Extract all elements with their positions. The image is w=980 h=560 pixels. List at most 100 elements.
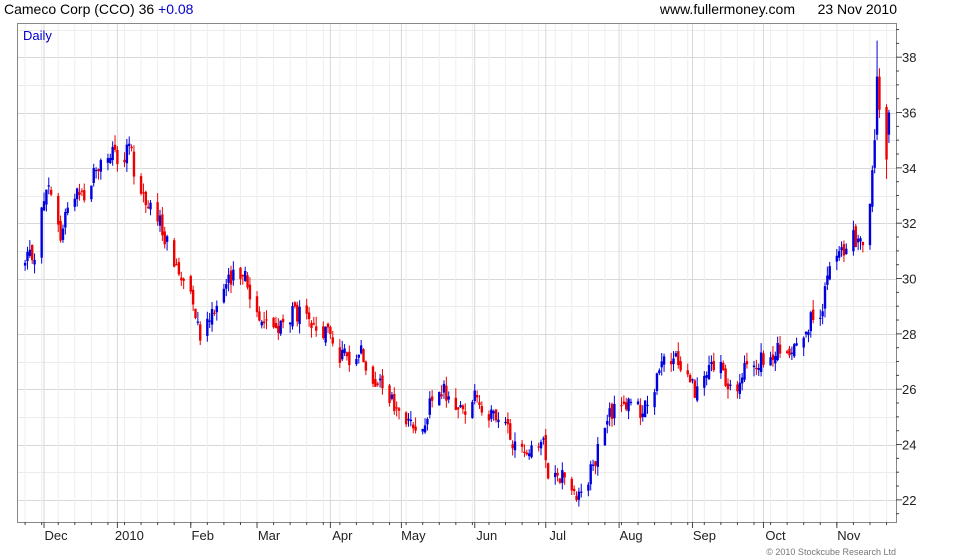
price-bar xyxy=(811,300,815,324)
price-bar xyxy=(440,385,443,400)
bar-body xyxy=(423,425,427,433)
price-bar xyxy=(511,440,514,456)
price-bar xyxy=(887,109,891,143)
bar-body xyxy=(480,406,484,413)
price-bar xyxy=(156,193,159,226)
price-bar xyxy=(759,343,763,377)
bar-body xyxy=(835,255,839,262)
bar-body xyxy=(868,203,872,246)
bar-body xyxy=(139,176,143,194)
price-bar xyxy=(691,378,694,384)
price-bar xyxy=(662,353,666,372)
price-bar xyxy=(116,146,119,172)
price-bar xyxy=(161,207,164,241)
bar-body xyxy=(329,326,332,335)
price-chart: 22 24 26 28 30 32 34 36 38 Dec 2010 Feb Mar Apr May Ju… xyxy=(17,23,916,543)
bar-body xyxy=(59,220,62,241)
price-bar xyxy=(61,224,65,243)
price-bar xyxy=(740,373,744,391)
bar-body xyxy=(674,353,678,357)
bar-body xyxy=(530,445,533,458)
price-bar xyxy=(213,309,216,316)
bar-body xyxy=(262,321,266,324)
bar-body xyxy=(589,464,592,485)
bar-body xyxy=(513,441,517,451)
price-bar xyxy=(208,312,211,329)
bar-body xyxy=(693,380,697,398)
bar-body xyxy=(811,309,815,321)
bar-body xyxy=(132,151,136,177)
bar-body xyxy=(722,362,725,371)
price-bar xyxy=(111,141,114,166)
bar-body xyxy=(594,461,597,466)
bar-body xyxy=(165,236,169,242)
price-bar xyxy=(447,391,450,404)
price-bar xyxy=(26,246,29,270)
price-bar xyxy=(395,401,398,417)
price-bar xyxy=(189,274,192,295)
price-bar xyxy=(677,342,680,369)
bar-body xyxy=(440,394,443,397)
price-bar xyxy=(819,309,822,326)
price-bar xyxy=(59,215,62,243)
price-bar xyxy=(310,320,313,338)
bar-body xyxy=(696,386,699,401)
price-bar xyxy=(260,320,263,329)
price-bar xyxy=(703,371,706,396)
price-bars xyxy=(23,40,891,507)
price-bar xyxy=(326,322,330,334)
price-bar xyxy=(404,411,408,428)
bar-body xyxy=(272,317,275,328)
bar-body xyxy=(636,401,640,405)
bar-body xyxy=(210,309,214,325)
bar-body xyxy=(509,423,512,440)
price-bar xyxy=(527,449,531,460)
plot-frame xyxy=(17,23,897,523)
price-bar xyxy=(165,234,169,251)
price-bar xyxy=(149,200,152,216)
price-bar xyxy=(736,381,739,399)
price-bar xyxy=(771,345,775,367)
price-bar xyxy=(838,246,841,261)
price-bar xyxy=(622,395,626,406)
price-bar xyxy=(757,363,760,376)
price-bar xyxy=(80,188,84,197)
bar-body xyxy=(142,192,145,194)
bar-body xyxy=(376,383,379,385)
bar-body xyxy=(686,370,689,375)
price-bar xyxy=(556,468,559,482)
price-bar xyxy=(196,312,200,326)
price-bar xyxy=(388,383,391,407)
bar-body xyxy=(97,169,100,172)
bar-body xyxy=(92,168,95,184)
bar-body xyxy=(769,357,772,366)
price-bar xyxy=(785,349,789,355)
bar-body xyxy=(357,354,360,358)
bar-body xyxy=(40,207,43,258)
bar-body xyxy=(539,441,543,449)
price-bar xyxy=(726,378,730,399)
price-bar xyxy=(163,226,166,249)
y-tick-label: 36 xyxy=(902,106,916,121)
x-tick-label: Nov xyxy=(837,528,861,543)
price-bar xyxy=(596,437,600,476)
bar-body xyxy=(296,304,299,322)
x-tick-label: May xyxy=(401,528,426,543)
bar-body xyxy=(537,446,540,448)
bar-body xyxy=(241,274,245,277)
price-bar xyxy=(490,405,493,422)
price-bar xyxy=(144,190,147,214)
price-bar xyxy=(790,346,794,361)
bar-body xyxy=(871,170,874,207)
bar-body xyxy=(795,343,798,346)
bar-body xyxy=(790,352,794,354)
price-bar xyxy=(255,291,259,318)
price-bar xyxy=(513,432,517,458)
price-bar xyxy=(738,373,742,400)
bar-body xyxy=(255,296,259,313)
price-bar xyxy=(272,316,275,329)
price-bar xyxy=(492,409,495,421)
price-bar xyxy=(357,354,360,364)
bar-body xyxy=(390,394,394,399)
price-bar xyxy=(793,342,796,358)
